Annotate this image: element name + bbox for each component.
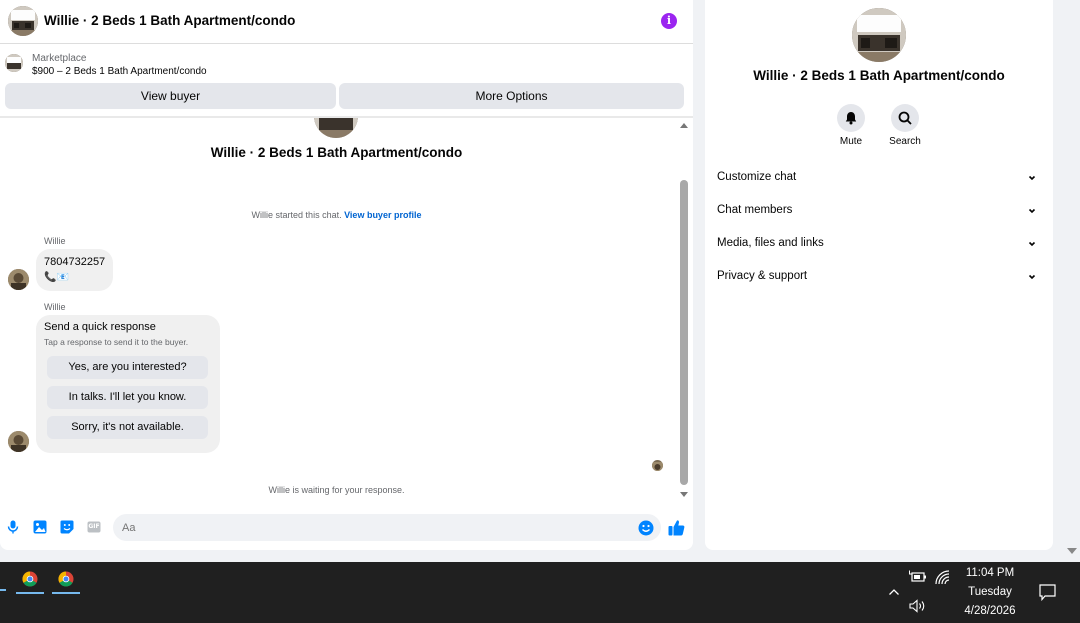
chat-title: Willie · 2 Beds 1 Bath Apartment/condo <box>44 13 296 28</box>
section-label: Chat members <box>717 204 793 216</box>
listing-avatar[interactable] <box>8 6 38 36</box>
listing-source: Marketplace <box>32 53 87 64</box>
section-label: Customize chat <box>717 171 797 183</box>
chrome-icon[interactable] <box>16 568 44 594</box>
chat-started-notice: Willie started this chat. View buyer pro… <box>0 210 673 220</box>
chevron-up-icon[interactable] <box>888 587 900 597</box>
chevron-down-icon <box>1028 241 1036 247</box>
app-active-underline <box>52 592 80 594</box>
info-icon[interactable]: i <box>661 13 677 29</box>
page-scroll-down-arrow-icon[interactable] <box>1067 548 1077 554</box>
search-icon <box>898 111 912 125</box>
gif-icon[interactable]: GIF <box>87 520 101 534</box>
scroll-down-arrow-icon[interactable] <box>680 492 688 497</box>
view-buyer-profile-link[interactable]: View buyer profile <box>344 210 421 220</box>
message-composer: GIF <box>0 512 693 544</box>
waiting-notice: Willie is waiting for your response. <box>268 485 405 495</box>
bell-icon <box>845 112 857 125</box>
sender-avatar[interactable] <box>8 269 29 290</box>
chevron-down-icon <box>1028 208 1036 214</box>
thread-title: Willie · 2 Beds 1 Bath Apartment/condo <box>210 145 463 160</box>
quick-reply-button[interactable]: Yes, are you interested? <box>47 356 208 379</box>
taskbar-indicator <box>0 589 6 591</box>
message-input[interactable] <box>113 514 661 541</box>
mute-button[interactable]: Mute <box>831 104 871 147</box>
thread-scrollbar[interactable] <box>677 118 691 502</box>
listing-title: $900 – 2 Beds 1 Bath Apartment/condo <box>32 66 207 77</box>
message-sender: Willie <box>44 236 66 246</box>
notification-center-icon[interactable] <box>1039 584 1056 601</box>
read-receipt-avatar <box>652 460 663 471</box>
chrome-icon[interactable] <box>52 568 80 594</box>
mute-label: Mute <box>839 136 863 147</box>
volume-icon[interactable] <box>909 599 927 613</box>
message-bubble[interactable]: 7804732257 📞📧 <box>36 249 113 291</box>
message-sender: Willie <box>44 302 66 312</box>
phone-number[interactable]: 7804732257 <box>44 256 105 268</box>
section-privacy-support[interactable]: Privacy & support <box>717 270 1041 290</box>
quick-response-card: Send a quick response Tap a response to … <box>36 315 220 453</box>
windows-taskbar: 11:04 PM Tuesday 4/28/2026 <box>0 562 1080 623</box>
section-chat-members[interactable]: Chat members <box>717 204 1041 224</box>
scroll-thumb[interactable] <box>680 180 688 485</box>
search-button[interactable]: Search <box>885 104 925 147</box>
app-active-underline <box>16 592 44 594</box>
clock-day[interactable]: Tuesday <box>952 586 1028 598</box>
gif-label: GIF <box>88 523 100 530</box>
quick-reply-button[interactable]: In talks. I'll let you know. <box>47 386 208 409</box>
details-panel: Willie · 2 Beds 1 Bath Apartment/condo M… <box>705 0 1053 550</box>
clock-time[interactable]: 11:04 PM <box>952 567 1028 579</box>
quick-reply-button[interactable]: Sorry, it's not available. <box>47 416 208 439</box>
chat-started-text: Willie started this chat. <box>251 210 342 220</box>
section-label: Privacy & support <box>717 270 808 282</box>
quick-response-subtitle: Tap a response to send it to the buyer. <box>44 337 189 347</box>
view-buyer-button[interactable]: View buyer <box>5 83 336 109</box>
chat-panel: Willie · 2 Beds 1 Bath Apartment/condo i… <box>0 0 693 550</box>
listing-summary[interactable]: Marketplace $900 – 2 Beds 1 Bath Apartme… <box>5 52 685 80</box>
like-icon[interactable] <box>668 519 685 536</box>
image-icon[interactable] <box>33 520 47 534</box>
contact-icons: 📞📧 <box>44 272 69 283</box>
section-label: Media, files and links <box>717 237 824 249</box>
emoji-icon[interactable] <box>638 520 654 536</box>
section-media-files-links[interactable]: Media, files and links <box>717 237 1041 257</box>
more-options-button[interactable]: More Options <box>339 83 684 109</box>
chevron-down-icon <box>1028 274 1036 280</box>
section-customize-chat[interactable]: Customize chat <box>717 171 1041 191</box>
listing-thumbnail <box>5 54 23 72</box>
wifi-icon[interactable] <box>935 570 951 585</box>
scroll-up-arrow-icon[interactable] <box>680 123 688 128</box>
sender-avatar[interactable] <box>8 431 29 452</box>
sticker-icon[interactable] <box>60 520 74 534</box>
quick-response-title: Send a quick response <box>44 321 156 333</box>
message-thread[interactable]: Willie · 2 Beds 1 Bath Apartment/condo W… <box>0 118 677 508</box>
chat-header: Willie · 2 Beds 1 Bath Apartment/condo i <box>0 0 693 44</box>
thread-avatar <box>314 118 358 138</box>
battery-icon[interactable] <box>909 570 927 584</box>
details-avatar[interactable] <box>852 8 906 62</box>
clock-date[interactable]: 4/28/2026 <box>952 605 1028 617</box>
mic-icon[interactable] <box>6 520 20 534</box>
chevron-down-icon <box>1028 175 1036 181</box>
search-label: Search <box>889 136 921 147</box>
details-title: Willie · 2 Beds 1 Bath Apartment/condo <box>753 68 1005 83</box>
